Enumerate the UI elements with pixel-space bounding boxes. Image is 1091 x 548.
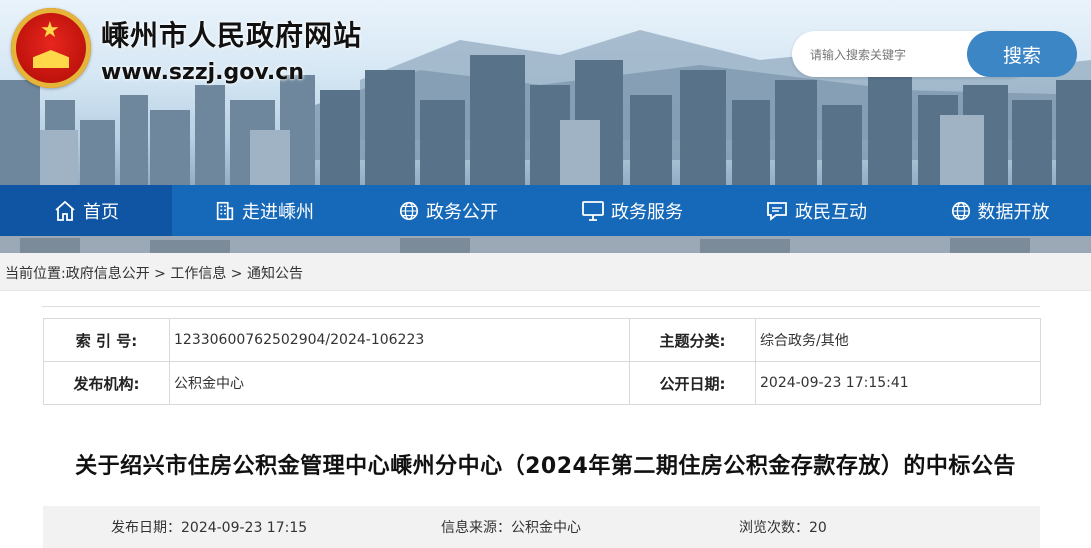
search-input[interactable] (808, 43, 982, 67)
chat-icon (767, 201, 787, 221)
monitor-icon (582, 200, 604, 221)
nav-item-label: 政务公开 (426, 201, 498, 223)
breadcrumb-link-notices[interactable]: 通知公告 (247, 266, 303, 282)
breadcrumb-link-gov-info[interactable]: 政府信息公开 (66, 266, 150, 282)
nav-item-services[interactable]: 政务服务 (540, 185, 724, 236)
national-emblem-logo: ★ (11, 8, 91, 88)
publish-date: 发布日期：2024-09-23 17:15 (111, 520, 308, 536)
globe-icon (399, 201, 419, 220)
breadcrumb-link-work-info[interactable]: 工作信息 (170, 266, 226, 282)
nav-item-home[interactable]: 首页 (0, 185, 172, 236)
breadcrumb-separator: > (226, 266, 247, 282)
nav-item-label: 数据开放 (977, 201, 1050, 223)
table-row: 发布机构: 公积金中心 公开日期: 2024-09-23 17:15:41 (43, 361, 1041, 405)
article-title: 关于绍兴市住房公积金管理中心嵊州分中心（2024年第二期住房公积金存款存放）的中… (75, 454, 1016, 479)
publisher-label: 发布机构: (43, 361, 170, 405)
view-count: 浏览次数：20 (739, 520, 827, 536)
globe-icon (951, 201, 970, 220)
topic-category-label: 主题分类: (629, 318, 756, 362)
public-date-label: 公开日期: (629, 361, 756, 405)
article-info-bar: 发布日期：2024-09-23 17:15 信息来源：公积金中心 浏览次数：20 (43, 506, 1040, 548)
breadcrumb-prefix: 当前位置: (5, 266, 66, 282)
site-url: www.szzj.gov.cn (101, 60, 304, 85)
nav-item-gov-affairs[interactable]: 政务公开 (356, 185, 540, 236)
public-date-value: 2024-09-23 17:15:41 (755, 361, 1041, 405)
index-number-label: 索 引 号: (43, 318, 170, 362)
breadcrumb: 当前位置:政府信息公开 > 工作信息 > 通知公告 (5, 263, 303, 283)
site-title: 嵊州市人民政府网站 (101, 19, 363, 52)
publisher-value: 公积金中心 (169, 361, 630, 405)
nav-item-label: 政务服务 (611, 201, 683, 223)
breadcrumb-bar: 当前位置:政府信息公开 > 工作信息 > 通知公告 (0, 253, 1091, 291)
nav-item-label: 首页 (83, 201, 119, 223)
info-source: 信息来源：公积金中心 (441, 520, 581, 536)
nav-item-label: 政民互动 (795, 201, 867, 223)
building-icon (216, 201, 234, 220)
search-button[interactable]: 搜索 (967, 31, 1077, 77)
breadcrumb-separator: > (149, 266, 171, 282)
nav-item-interaction[interactable]: 政民互动 (724, 185, 908, 236)
document-meta-table: 索 引 号: 12330600762502904/2024-106223 主题分… (43, 318, 1041, 405)
nav-item-about[interactable]: 走进嵊州 (172, 185, 356, 236)
topic-category-value: 综合政务/其他 (755, 318, 1041, 362)
home-icon (55, 200, 75, 221)
divider (42, 306, 1040, 307)
index-number-value: 12330600762502904/2024-106223 (169, 318, 630, 362)
nav-item-label: 走进嵊州 (242, 201, 314, 223)
table-row: 索 引 号: 12330600762502904/2024-106223 主题分… (43, 318, 1041, 362)
nav-item-open-data[interactable]: 数据开放 (908, 185, 1091, 236)
main-nav: 首页 走进嵊州 政务公开 政务服务 政民互动 数据开放 (0, 185, 1091, 236)
